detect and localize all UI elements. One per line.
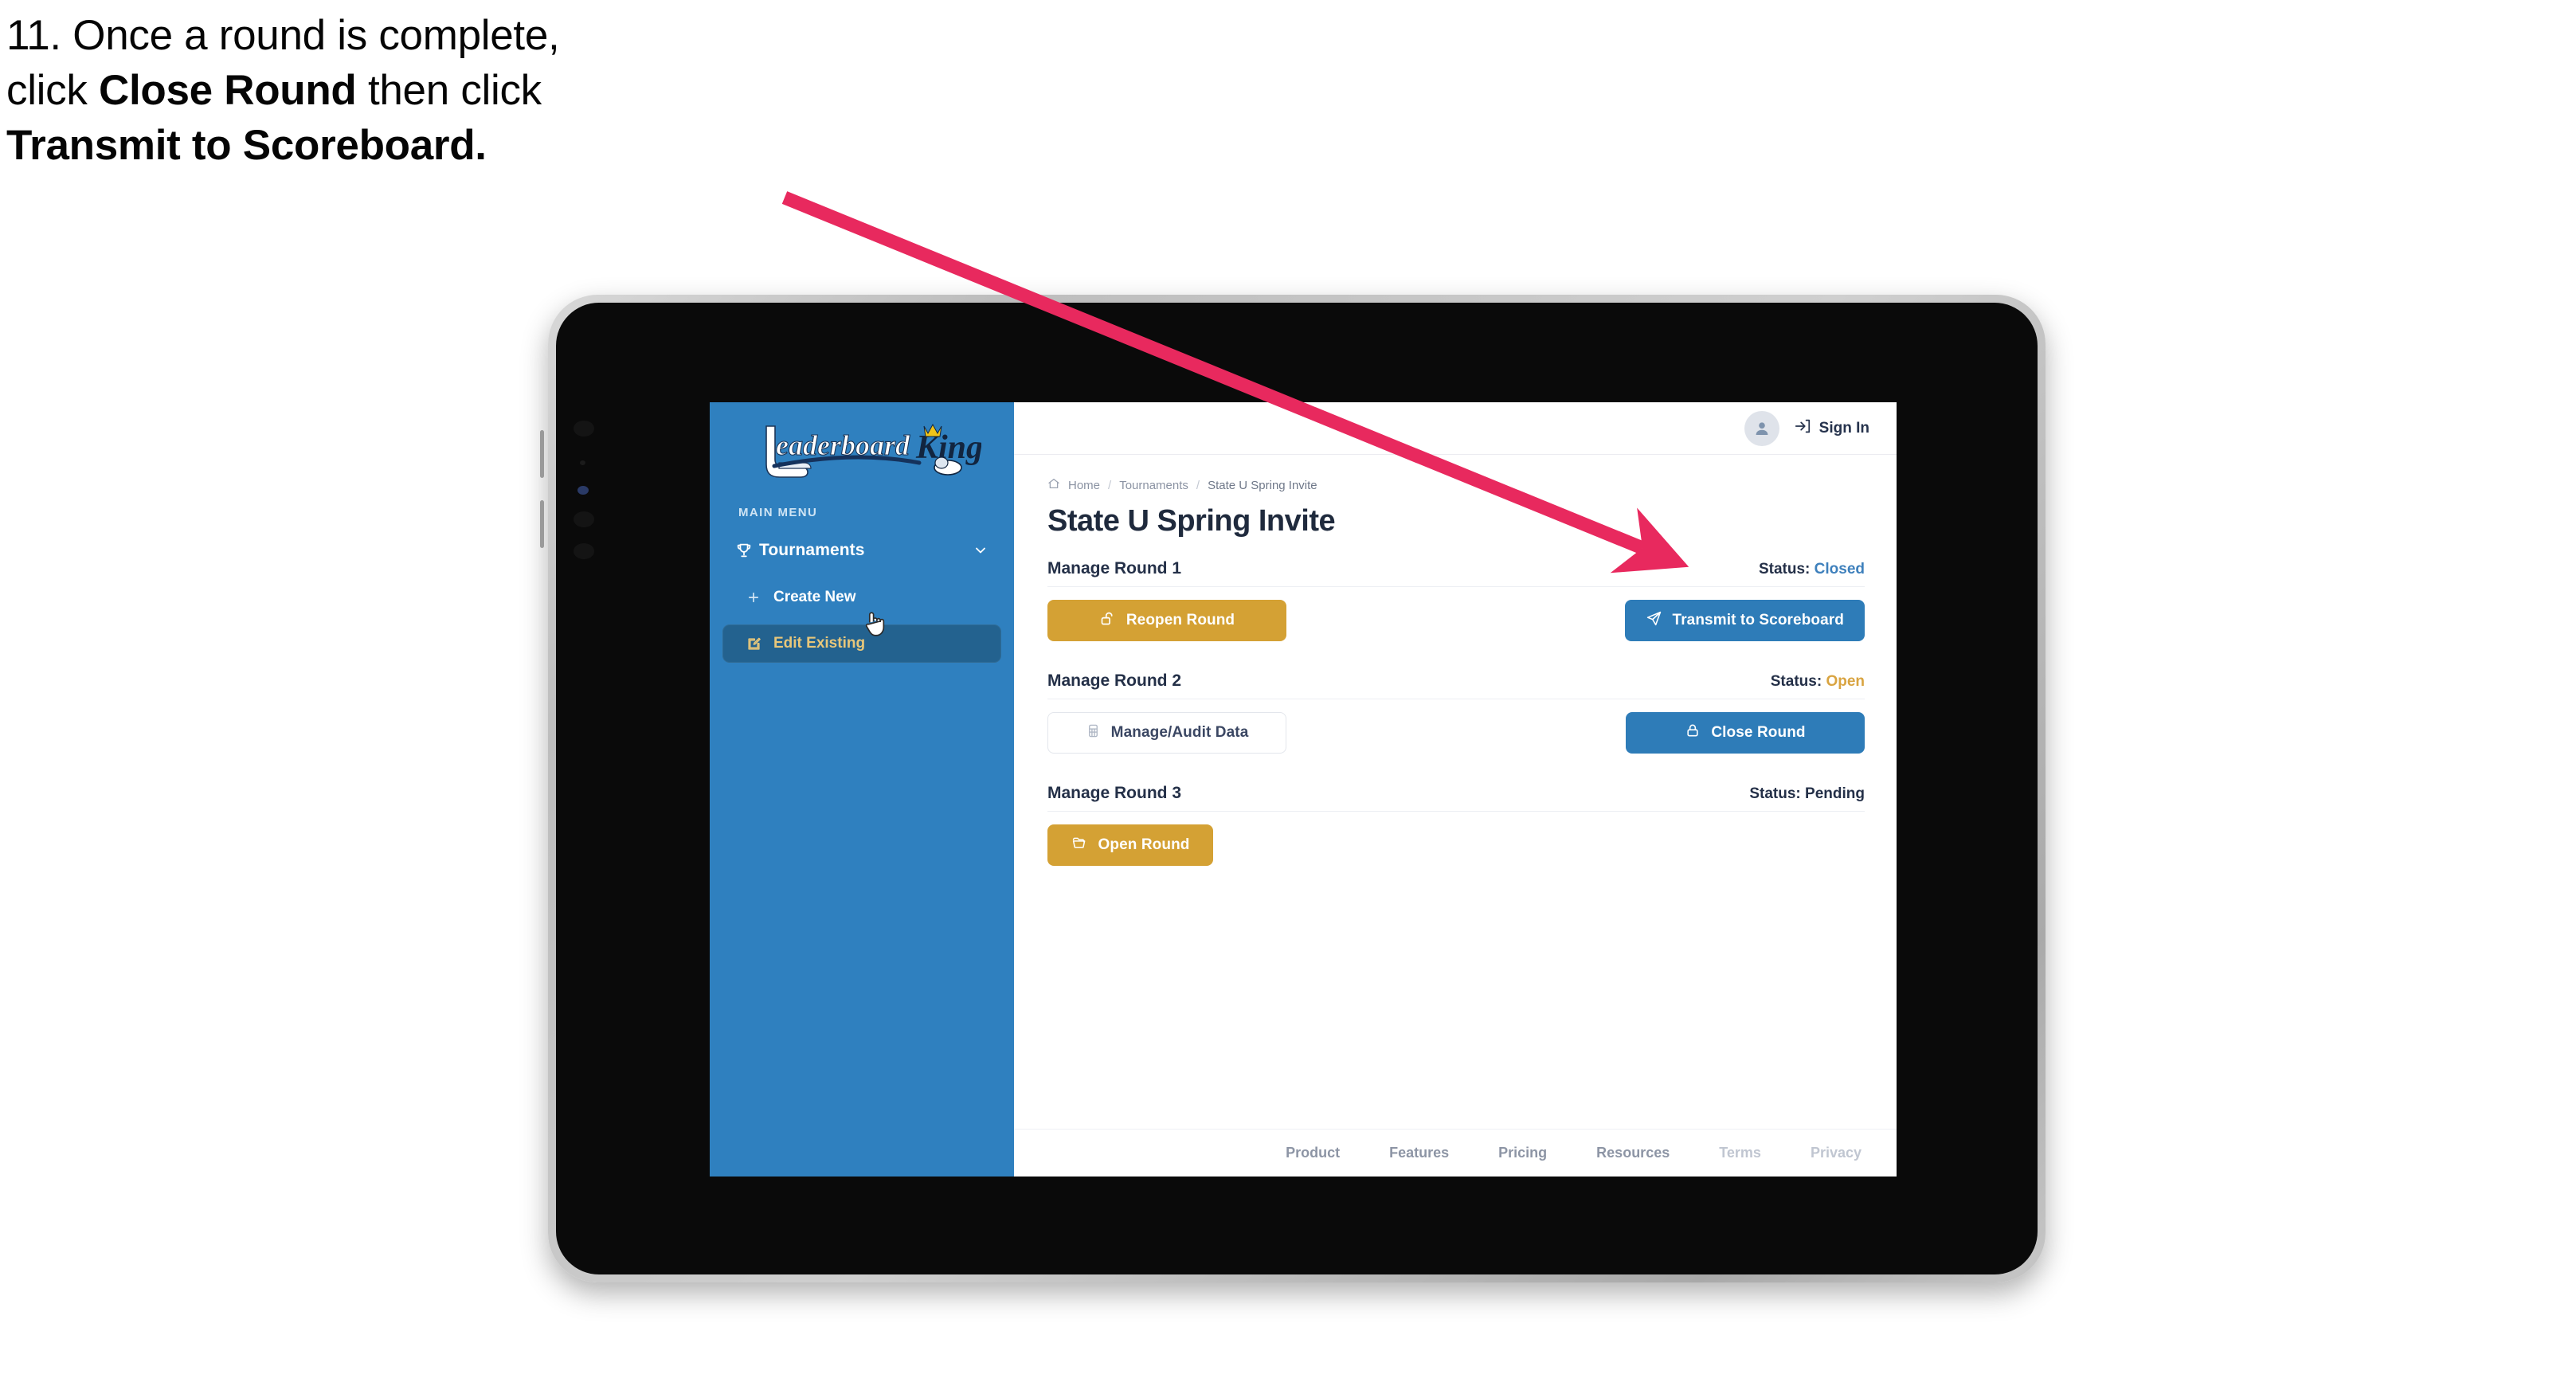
round-1-header: Manage Round 1 Status: Closed: [1047, 559, 1865, 587]
breadcrumb-separator-1: /: [1108, 478, 1112, 492]
transmit-to-scoreboard-button[interactable]: Transmit to Scoreboard: [1624, 600, 1865, 641]
round-3-status: Status: Pending: [1749, 785, 1865, 803]
round-2-status: Status: Open: [1771, 673, 1865, 691]
sidebar-item-tournaments[interactable]: Tournaments: [722, 531, 1001, 570]
bezel-sensor-icon-2: [574, 511, 594, 527]
footer-link-resources[interactable]: Resources: [1596, 1145, 1670, 1161]
round-3-header: Manage Round 3 Status: Pending: [1047, 784, 1865, 812]
breadcrumb-item-tournaments[interactable]: Tournaments: [1119, 479, 1188, 492]
tablet-device-frame: eaderboard King MAIN MENU Tournaments Cr…: [540, 295, 2046, 1282]
sign-in-arrow-icon: [1794, 417, 1811, 440]
bezel-sensor-small-icon: [580, 460, 585, 465]
caption-line2-bold: Close Round: [98, 67, 357, 114]
edit-square-icon: [746, 636, 773, 652]
caption-line-1: 11. Once a round is complete,: [6, 12, 560, 59]
manage-audit-data-button[interactable]: Manage/Audit Data: [1047, 712, 1286, 754]
reopen-round-label: Reopen Round: [1126, 612, 1235, 628]
round-3-actions: Open Round: [1047, 824, 1865, 866]
sidebar-section-label: MAIN MENU: [738, 506, 818, 519]
breadcrumb-item-current: State U Spring Invite: [1208, 478, 1317, 492]
web-app-viewport: eaderboard King MAIN MENU Tournaments Cr…: [710, 402, 1897, 1177]
footer: Product Features Pricing Resources Terms…: [1014, 1129, 1897, 1177]
paper-plane-icon: [1646, 610, 1662, 632]
reopen-round-button[interactable]: Reopen Round: [1047, 600, 1286, 641]
footer-link-product[interactable]: Product: [1286, 1145, 1340, 1161]
breadcrumb-separator-2: /: [1196, 478, 1200, 492]
round-block-1: Manage Round 1 Status: Closed Reopen Rou…: [1047, 559, 1865, 641]
round-3-status-label: Status:: [1749, 785, 1801, 802]
round-2-status-value: Open: [1826, 673, 1865, 690]
open-round-button[interactable]: Open Round: [1047, 824, 1213, 866]
sidebar-item-label-create-new: Create New: [773, 589, 856, 605]
round-2-actions: Manage/Audit Data Close Round: [1047, 712, 1865, 754]
main-content: Sign In Home / Tournaments / State U Spr…: [1014, 402, 1897, 1177]
bezel-sensor-icon-3: [574, 543, 594, 559]
close-round-button[interactable]: Close Round: [1626, 712, 1865, 754]
round-block-2: Manage Round 2 Status: Open Manage/Audit…: [1047, 671, 1865, 754]
round-1-status-label: Status:: [1758, 561, 1811, 578]
pointer-hand-cursor: [863, 609, 890, 645]
manage-audit-data-label: Manage/Audit Data: [1110, 724, 1249, 741]
device-side-button-2: [540, 500, 544, 548]
sidebar-item-label-tournaments: Tournaments: [759, 541, 865, 559]
caption-line2-post: then click: [356, 67, 542, 114]
content-area: Home / Tournaments / State U Spring Invi…: [1014, 455, 1897, 1129]
round-1-name: Manage Round 1: [1047, 559, 1182, 578]
avatar[interactable]: [1744, 410, 1779, 446]
round-2-header: Manage Round 2 Status: Open: [1047, 671, 1865, 699]
round-2-name: Manage Round 2: [1047, 671, 1182, 690]
instruction-caption: 11. Once a round is complete, click Clos…: [6, 14, 867, 179]
table-grid-icon: [1086, 723, 1101, 743]
round-block-3: Manage Round 3 Status: Pending Open Roun…: [1047, 784, 1865, 866]
breadcrumb: Home / Tournaments / State U Spring Invi…: [1047, 477, 1865, 493]
user-avatar-icon: [1756, 421, 1768, 435]
trophy-icon: [735, 541, 759, 560]
round-1-status: Status: Closed: [1759, 561, 1865, 578]
home-icon[interactable]: [1047, 477, 1060, 493]
lock-icon: [1685, 722, 1701, 743]
caption-line-2: click Close Round then click: [6, 69, 867, 112]
top-bar: Sign In: [1014, 402, 1897, 455]
plus-icon: [746, 590, 773, 605]
footer-link-terms[interactable]: Terms: [1719, 1145, 1761, 1161]
sidebar-item-create-new[interactable]: Create New: [722, 578, 1001, 617]
caption-line3-bold: Transmit to Scoreboard.: [6, 122, 487, 169]
sign-in-button[interactable]: Sign In: [1794, 417, 1869, 440]
chevron-down-icon[interactable]: [973, 542, 989, 558]
close-round-label: Close Round: [1711, 724, 1806, 741]
screenshot-root: 11. Once a round is complete, click Clos…: [0, 0, 2576, 1386]
folder-open-icon: [1071, 835, 1088, 856]
footer-link-privacy[interactable]: Privacy: [1811, 1145, 1862, 1161]
caption-line-3: Transmit to Scoreboard.: [6, 124, 867, 166]
round-2-status-label: Status:: [1770, 673, 1822, 690]
open-round-label: Open Round: [1098, 836, 1190, 853]
bezel-camera-icon: [577, 486, 589, 495]
sidebar-item-label-edit-existing: Edit Existing: [773, 635, 866, 652]
round-3-name: Manage Round 3: [1047, 784, 1182, 802]
unlock-icon: [1099, 610, 1116, 632]
device-side-button-1: [540, 430, 544, 478]
bezel-sensor-icon: [574, 421, 594, 437]
sidebar: eaderboard King MAIN MENU Tournaments Cr…: [710, 402, 1014, 1177]
tablet-screen: eaderboard King MAIN MENU Tournaments Cr…: [556, 303, 2038, 1274]
footer-link-pricing[interactable]: Pricing: [1498, 1145, 1547, 1161]
page-title: State U Spring Invite: [1047, 504, 1336, 538]
footer-link-features[interactable]: Features: [1389, 1145, 1449, 1161]
round-1-actions: Reopen Round Transmit to Scoreboard: [1047, 600, 1865, 641]
round-3-status-value: Pending: [1805, 785, 1865, 802]
sidebar-item-edit-existing[interactable]: Edit Existing: [722, 624, 1001, 663]
round-1-status-value: Closed: [1814, 561, 1865, 578]
app-logo[interactable]: eaderboard King: [710, 402, 1014, 491]
caption-line2-pre: click: [6, 67, 99, 114]
breadcrumb-item-home[interactable]: Home: [1068, 479, 1100, 492]
transmit-to-scoreboard-label: Transmit to Scoreboard: [1672, 612, 1844, 628]
sign-in-label: Sign In: [1818, 419, 1869, 437]
leaderboard-king-logo-icon: eaderboard King: [765, 423, 981, 478]
